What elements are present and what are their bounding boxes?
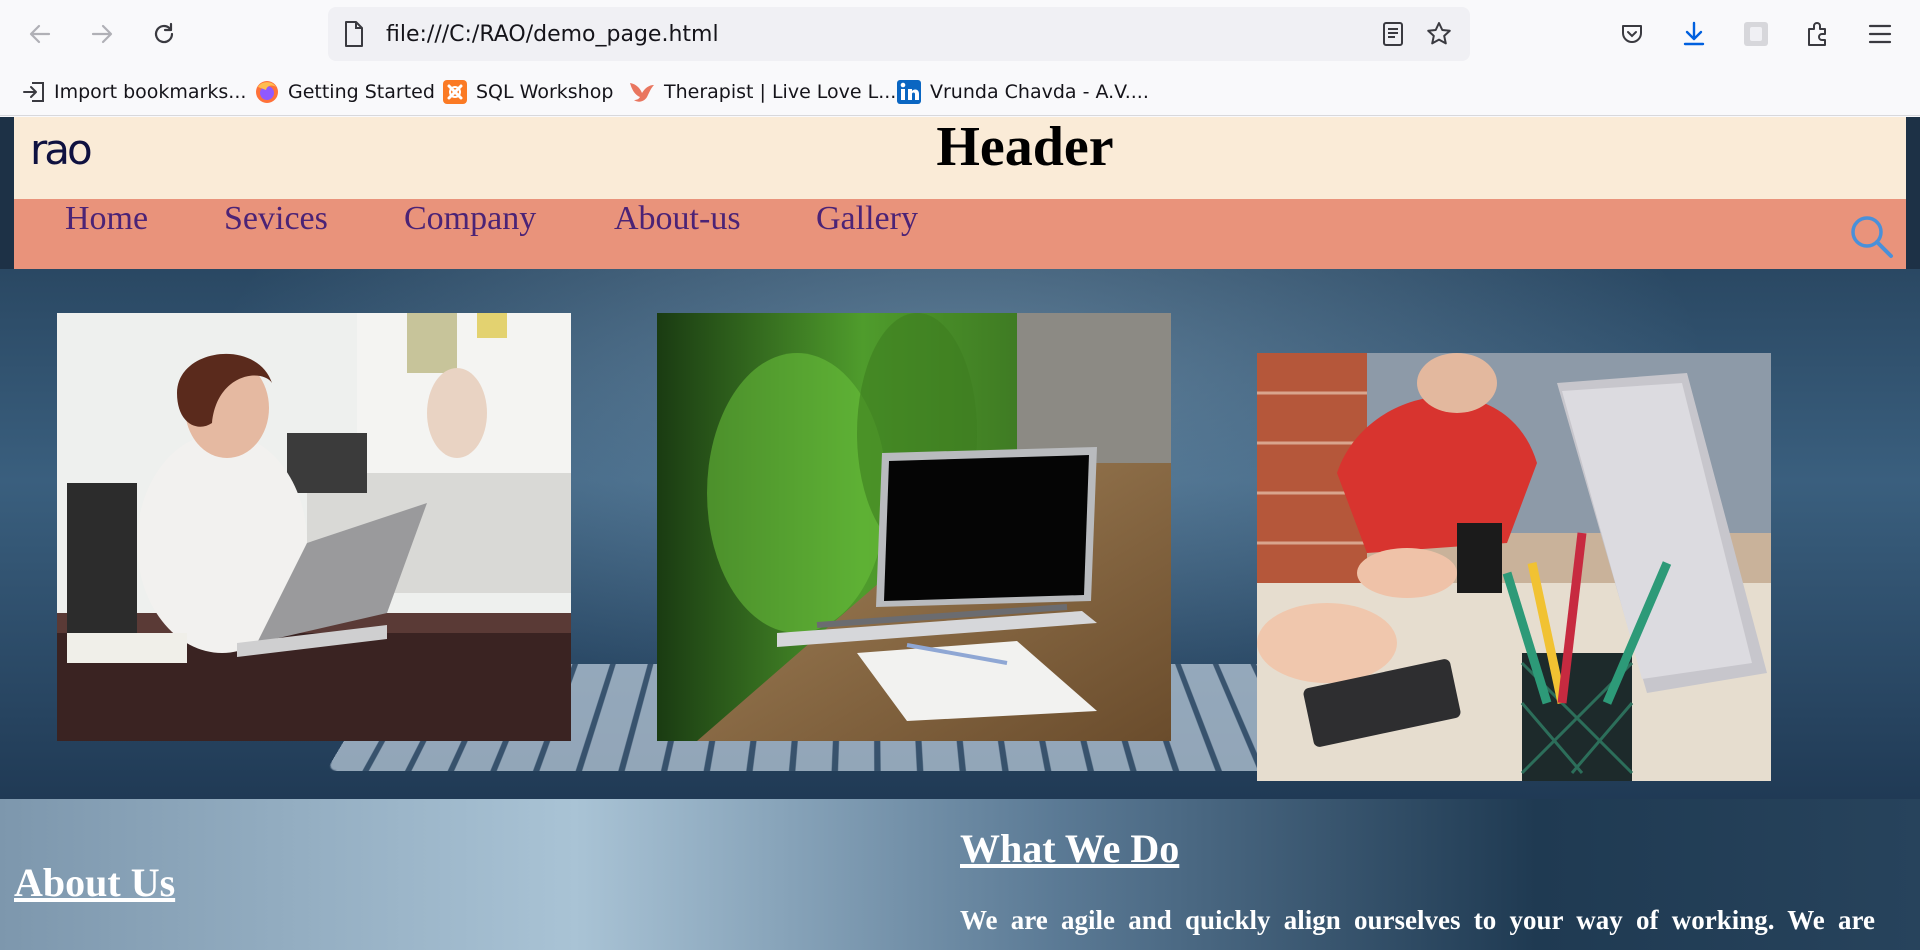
bookmark-getting-started[interactable]: Getting Started (254, 76, 435, 108)
forward-button[interactable] (82, 14, 122, 54)
photo-office-woman-headset (57, 313, 571, 741)
about-us-heading: About Us (14, 860, 176, 905)
browser-toolbar: file:///C:/RAO/demo_page.html (0, 0, 1920, 68)
page-icon (342, 19, 366, 53)
hero-section (0, 269, 1920, 799)
download-icon[interactable] (1674, 14, 1714, 54)
nav-services[interactable]: Sevices (224, 199, 328, 239)
bookmark-label: SQL Workshop (476, 81, 614, 103)
bookmark-therapist[interactable]: Therapist | Live Love L... (628, 76, 896, 108)
bookmark-label: Therapist | Live Love L... (664, 81, 897, 103)
forward-arrow-icon (91, 24, 113, 44)
photo-team-meeting-pencils (1257, 353, 1771, 781)
extensions-puzzle-icon[interactable] (1798, 14, 1838, 54)
bookmark-label: Getting Started (288, 81, 435, 103)
reload-button[interactable] (144, 14, 184, 54)
back-arrow-icon (29, 24, 51, 44)
main-nav: Home Sevices Company About-us Gallery (14, 199, 1906, 269)
about-section: About Us What We Do We are agile and qui… (0, 799, 1920, 950)
bookmark-import[interactable]: Import bookmarks... (22, 76, 246, 108)
nav-gallery[interactable]: Gallery (816, 199, 918, 239)
bookmark-sql-workshop[interactable]: SQL Workshop (442, 76, 613, 108)
linkedin-icon (897, 80, 921, 104)
xampp-icon (443, 80, 467, 104)
search-icon (1851, 216, 1893, 258)
extension-sidebar-icon[interactable] (1736, 14, 1776, 54)
page-title: Header (936, 117, 1114, 178)
nav-about-us[interactable]: About-us (614, 199, 741, 239)
photo-laptop-on-table (657, 313, 1171, 741)
import-icon (23, 82, 44, 102)
bookmark-label: Import bookmarks... (54, 81, 247, 103)
url-text[interactable]: file:///C:/RAO/demo_page.html (386, 22, 719, 47)
bookmark-label: Vrunda Chavda - A.V.... (930, 81, 1149, 103)
menu-hamburger-icon[interactable] (1860, 14, 1900, 54)
page-header: rao Header (14, 117, 1906, 199)
what-we-do-text: We are agile and quickly align ourselves… (960, 905, 1875, 935)
nav-company[interactable]: Company (404, 199, 536, 239)
bookmark-star-icon[interactable] (1424, 19, 1454, 49)
web-page: rao Header Home Sevices Company About-us… (0, 117, 1920, 950)
pocket-icon[interactable] (1612, 14, 1652, 54)
back-button[interactable] (20, 14, 60, 54)
bookmark-linkedin[interactable]: Vrunda Chavda - A.V.... (896, 76, 1149, 108)
what-we-do-heading: What We Do (960, 826, 1180, 871)
nav-home[interactable]: Home (65, 199, 148, 239)
bird-icon (630, 83, 654, 102)
url-bar[interactable]: file:///C:/RAO/demo_page.html (328, 7, 1470, 61)
reload-icon (154, 22, 174, 44)
firefox-icon (256, 81, 278, 103)
search-button[interactable] (1848, 213, 1894, 263)
bookmarks-bar: Import bookmarks... Getting Started SQL … (0, 68, 1920, 116)
reader-view-icon[interactable] (1378, 19, 1408, 49)
